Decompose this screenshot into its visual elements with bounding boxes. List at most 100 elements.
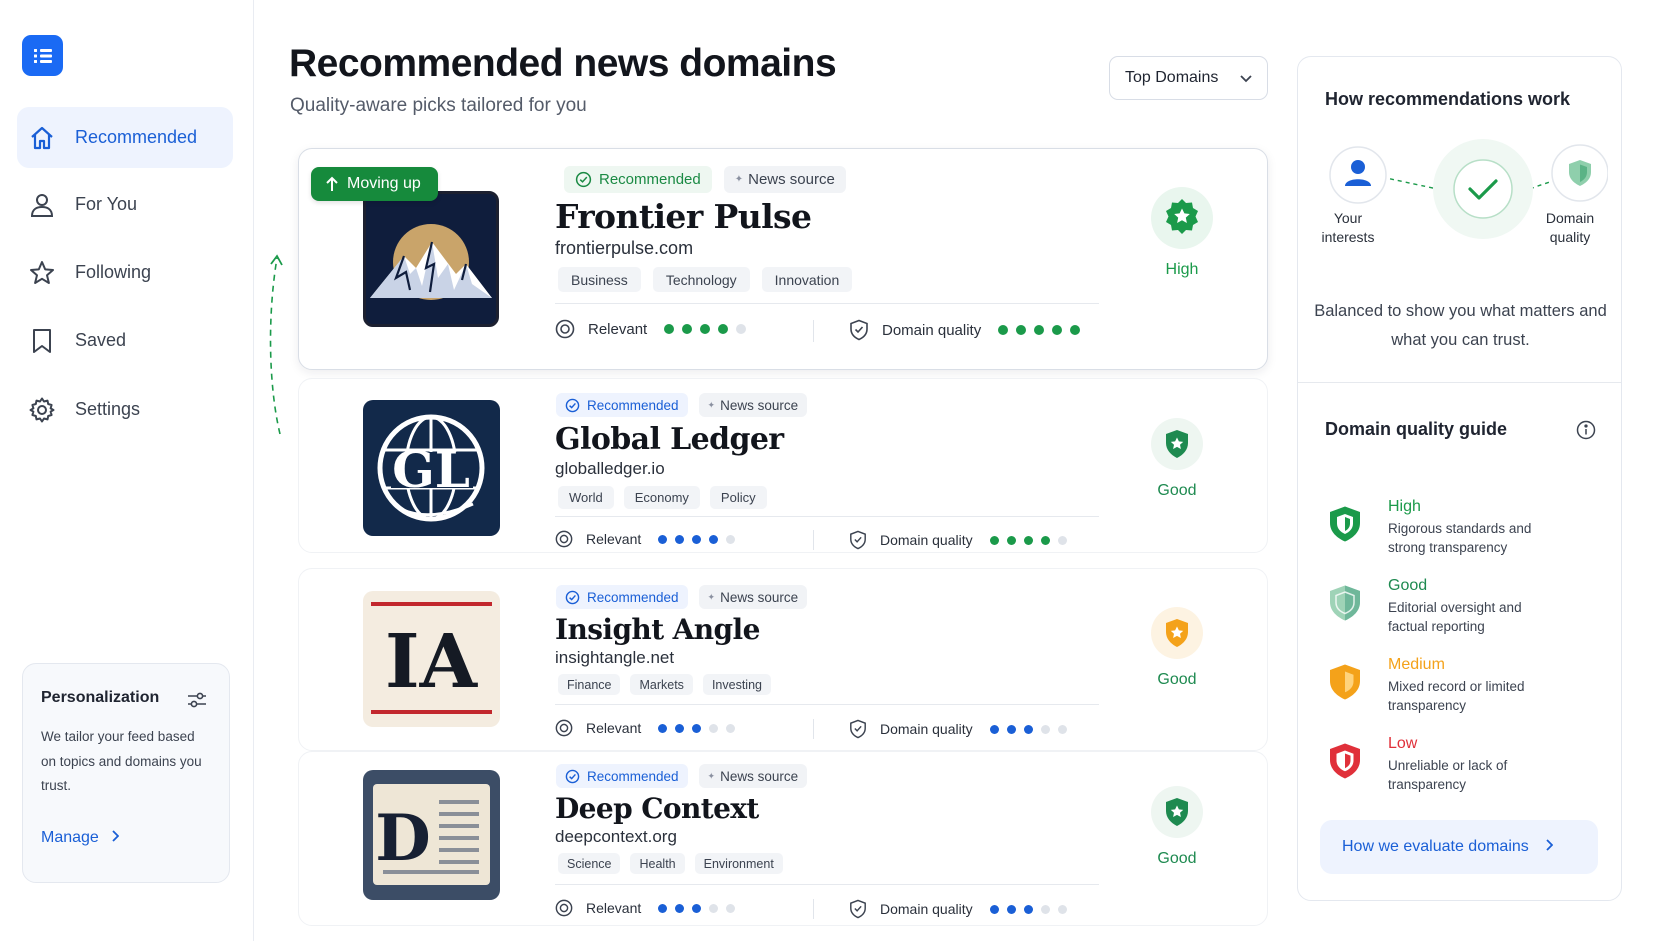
guide-item-description: Editorial oversight and factual reportin… [1388,600,1522,634]
arrow-up-icon [326,176,338,191]
rating-dot-filled [692,903,702,913]
rating-dot-filled [1023,904,1033,914]
sidebar-item-recommended[interactable]: Recommended [17,107,233,168]
shield-check-icon [850,899,866,919]
quality-rating: Good [1147,418,1207,500]
rating-dot-filled [1052,325,1063,335]
check-circle-icon [565,398,580,412]
list-app-icon[interactable] [22,35,63,76]
bookmark-icon [27,326,57,356]
card-badges: Recommended ✦ News source [556,585,808,609]
chevron-down-icon [1239,70,1253,91]
topic-tag[interactable]: Health [630,853,685,874]
topic-tag[interactable]: Investing [702,674,771,695]
topic-tag[interactable]: Markets [630,674,693,695]
rating-dot-filled [675,723,685,733]
news-source-badge: ✦ News source [698,585,808,609]
relevance-dots [658,903,736,913]
rating-dot-filled [1040,535,1050,545]
domain-quality-metric: Domain quality [849,530,1067,550]
domain-url[interactable]: globalledger.io [555,459,665,479]
domain-name[interactable]: Insight Angle [555,613,760,646]
panel-description: Balanced to show you what matters and wh… [1314,302,1607,349]
gear-icon [27,395,57,425]
topic-tag[interactable]: Science [558,853,621,874]
chevron-right-icon [1545,838,1554,856]
sidebar-item-following[interactable]: Following [17,242,233,303]
info-icon[interactable] [1576,420,1596,445]
topic-tag[interactable]: Economy [623,486,700,509]
topic-tag[interactable]: Business [558,267,641,292]
recommended-badge: Recommended [564,166,712,193]
sidebar-item-label: For You [75,194,138,214]
card-badges: Recommended ✦ News source [556,764,808,788]
rating-dot-empty [726,534,736,544]
deep-context-logo: D [363,770,500,900]
sidebar-item-settings[interactable]: Settings [17,379,233,440]
how-we-evaluate-button[interactable]: How we evaluate domains [1320,820,1598,874]
shield-check-icon [850,719,866,739]
domain-card-insight-angle[interactable]: IA Recommended ✦ News source Insight Ang… [298,568,1268,751]
news-source-badge: ✦ News source [723,166,846,193]
rating-dot-filled [709,534,719,544]
recommended-badge: Recommended [556,585,688,609]
rating-dot-filled [700,324,711,334]
shield-good-icon [1330,585,1360,621]
domain-name[interactable]: Global Ledger [555,422,784,457]
page-title: Recommended news domains [289,42,837,85]
rating-dot-filled [658,534,668,544]
quality-dots [989,535,1067,545]
rating-dot-filled [664,324,675,334]
domain-url[interactable]: frontierpulse.com [555,238,693,259]
rating-dot-filled [1034,325,1045,335]
frontier-pulse-logo [363,191,499,327]
flow-label-your-interests: Your interests [1321,210,1375,245]
chevron-right-icon [111,829,120,847]
domain-name[interactable]: Deep Context [555,792,759,825]
card-badges: Recommended ✦ News source [564,166,846,193]
sidebar-item-saved[interactable]: Saved [17,310,233,371]
guide-item-description: Mixed record or limited transparency [1388,679,1525,713]
topic-tag[interactable]: Policy [709,486,767,509]
rating-dot-filled [989,724,999,734]
target-icon [555,319,575,339]
rating-dot-filled [1023,535,1033,545]
target-icon [555,530,573,548]
card-badges: Recommended ✦ News source [556,393,808,417]
guide-item-medium: Medium Mixed record or limited transpare… [1328,656,1608,719]
metric-separator [813,530,814,550]
topic-tag[interactable]: World [558,486,614,509]
card-divider [555,303,1099,304]
recommended-badge: Recommended [556,393,688,417]
rating-dot-filled [1023,724,1033,734]
topic-tag[interactable]: Environment [694,853,783,874]
quality-dots [998,325,1081,335]
topic-tag[interactable]: Finance [558,674,621,695]
panel-title: How recommendations work [1325,89,1571,109]
sparkle-icon: ✦ [707,399,716,410]
domain-url[interactable]: insightangle.net [555,648,674,668]
sliders-icon[interactable] [187,691,207,714]
manage-link[interactable]: Manage [41,829,120,847]
check-circle-icon [575,171,592,188]
shield-check-icon [850,530,866,550]
target-icon [555,719,573,737]
topic-tags: Finance Markets Investing [558,674,771,695]
quality-rating-label: Good [1157,482,1197,499]
metric-separator [813,320,814,342]
quality-rating-label: High [1165,261,1199,278]
domain-card-global-ledger[interactable]: GL Recommended ✦ News source Global Ledg… [298,378,1268,553]
domain-name[interactable]: Frontier Pulse [555,197,812,236]
domain-url[interactable]: deepcontext.org [555,827,677,847]
topic-tags: Science Health Environment [558,853,783,874]
sidebar-item-for-you[interactable]: For You [17,174,233,235]
rating-dot-filled [692,723,702,733]
top-domains-dropdown[interactable]: Top Domains [1109,56,1268,100]
domain-card-deep-context[interactable]: D Recommended ✦ News source Deep Context… [298,751,1268,926]
domain-card-frontier-pulse[interactable]: Recommended ✦ News source Frontier Pulse… [298,148,1268,370]
domain-quality-metric: Domain quality [849,319,1081,341]
relevance-metric: Relevant [555,899,736,917]
topic-tag[interactable]: Technology [652,267,750,292]
topic-tag[interactable]: Innovation [761,267,853,292]
sidebar: Recommended For You Following Saved Sett… [0,0,254,941]
